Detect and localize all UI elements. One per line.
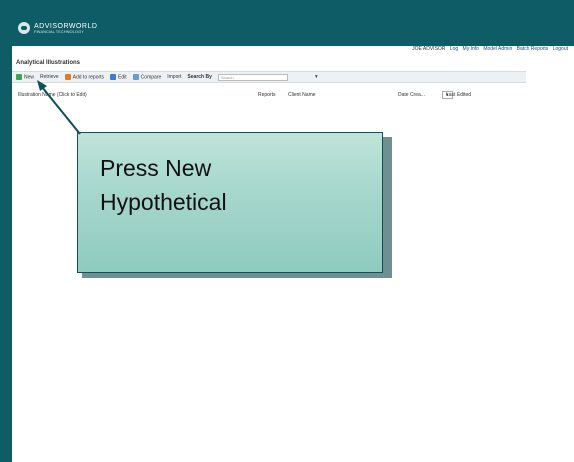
right-panel (526, 46, 574, 462)
edit-label: Edit (118, 74, 127, 81)
column-reports[interactable]: Reports (258, 92, 276, 98)
column-date-created[interactable]: Date Crea... (398, 92, 425, 98)
column-illustration-name[interactable]: Illustration Name (Click to Edit) (18, 92, 87, 98)
compare-icon (132, 73, 139, 80)
edit-button[interactable]: Edit (110, 73, 127, 81)
compare-label: Compare (140, 74, 162, 81)
callout-text: Press New Hypothetical (100, 151, 227, 219)
link-logout[interactable]: Logout (553, 46, 568, 52)
date-filter-value: Last Edited (446, 92, 472, 98)
callout-line-2: Hypothetical (100, 189, 227, 215)
column-client-name[interactable]: Client Name (288, 92, 316, 98)
link-my-info[interactable]: My Info (463, 46, 479, 52)
search-go-icon[interactable]: ▼ (314, 74, 319, 80)
new-button[interactable]: New (16, 73, 35, 81)
app-header: ADVISORWORLD FINANCIAL TECHNOLOGY (0, 0, 574, 46)
link-batch-reports[interactable]: Batch Reports (517, 46, 549, 52)
import-label: Import (167, 74, 182, 80)
logo-subtext: FINANCIAL TECHNOLOGY (34, 28, 84, 34)
instruction-callout: Press New Hypothetical (77, 132, 383, 273)
chart-icon (64, 73, 71, 80)
callout-line-1: Press New (100, 155, 212, 181)
add-to-reports-button[interactable]: Add to reports (64, 73, 105, 81)
date-filter-select[interactable]: Last Edited ▾ (442, 91, 471, 99)
retrieve-button[interactable]: Retrieve (40, 74, 59, 80)
user-bar: JOE ADVISOR Log My Info Model Admin Batc… (409, 46, 568, 52)
compare-button[interactable]: Compare (132, 73, 162, 81)
logo-icon (18, 22, 30, 34)
left-rail (0, 0, 12, 462)
search-input[interactable]: Search (217, 73, 288, 81)
retrieve-label: Retrieve (40, 74, 59, 80)
search-by-label: Search By (187, 74, 212, 80)
import-button[interactable]: Import (167, 74, 181, 80)
new-label: New (24, 74, 35, 81)
edit-icon (110, 73, 117, 80)
add-to-reports-label: Add to reports (72, 74, 105, 81)
user-name: JOE ADVISOR (412, 46, 446, 52)
new-icon (16, 73, 22, 80)
page-title: Analytical Illustrations (16, 60, 81, 66)
logo: ADVISORWORLD FINANCIAL TECHNOLOGY (18, 22, 97, 34)
toolbar: New Retrieve Add to reports Edit Compare… (12, 71, 526, 83)
table-header: Illustration Name (Click to Edit) Report… (12, 91, 526, 100)
link-log[interactable]: Log (450, 46, 458, 52)
link-model-admin[interactable]: Model Admin (483, 46, 512, 52)
